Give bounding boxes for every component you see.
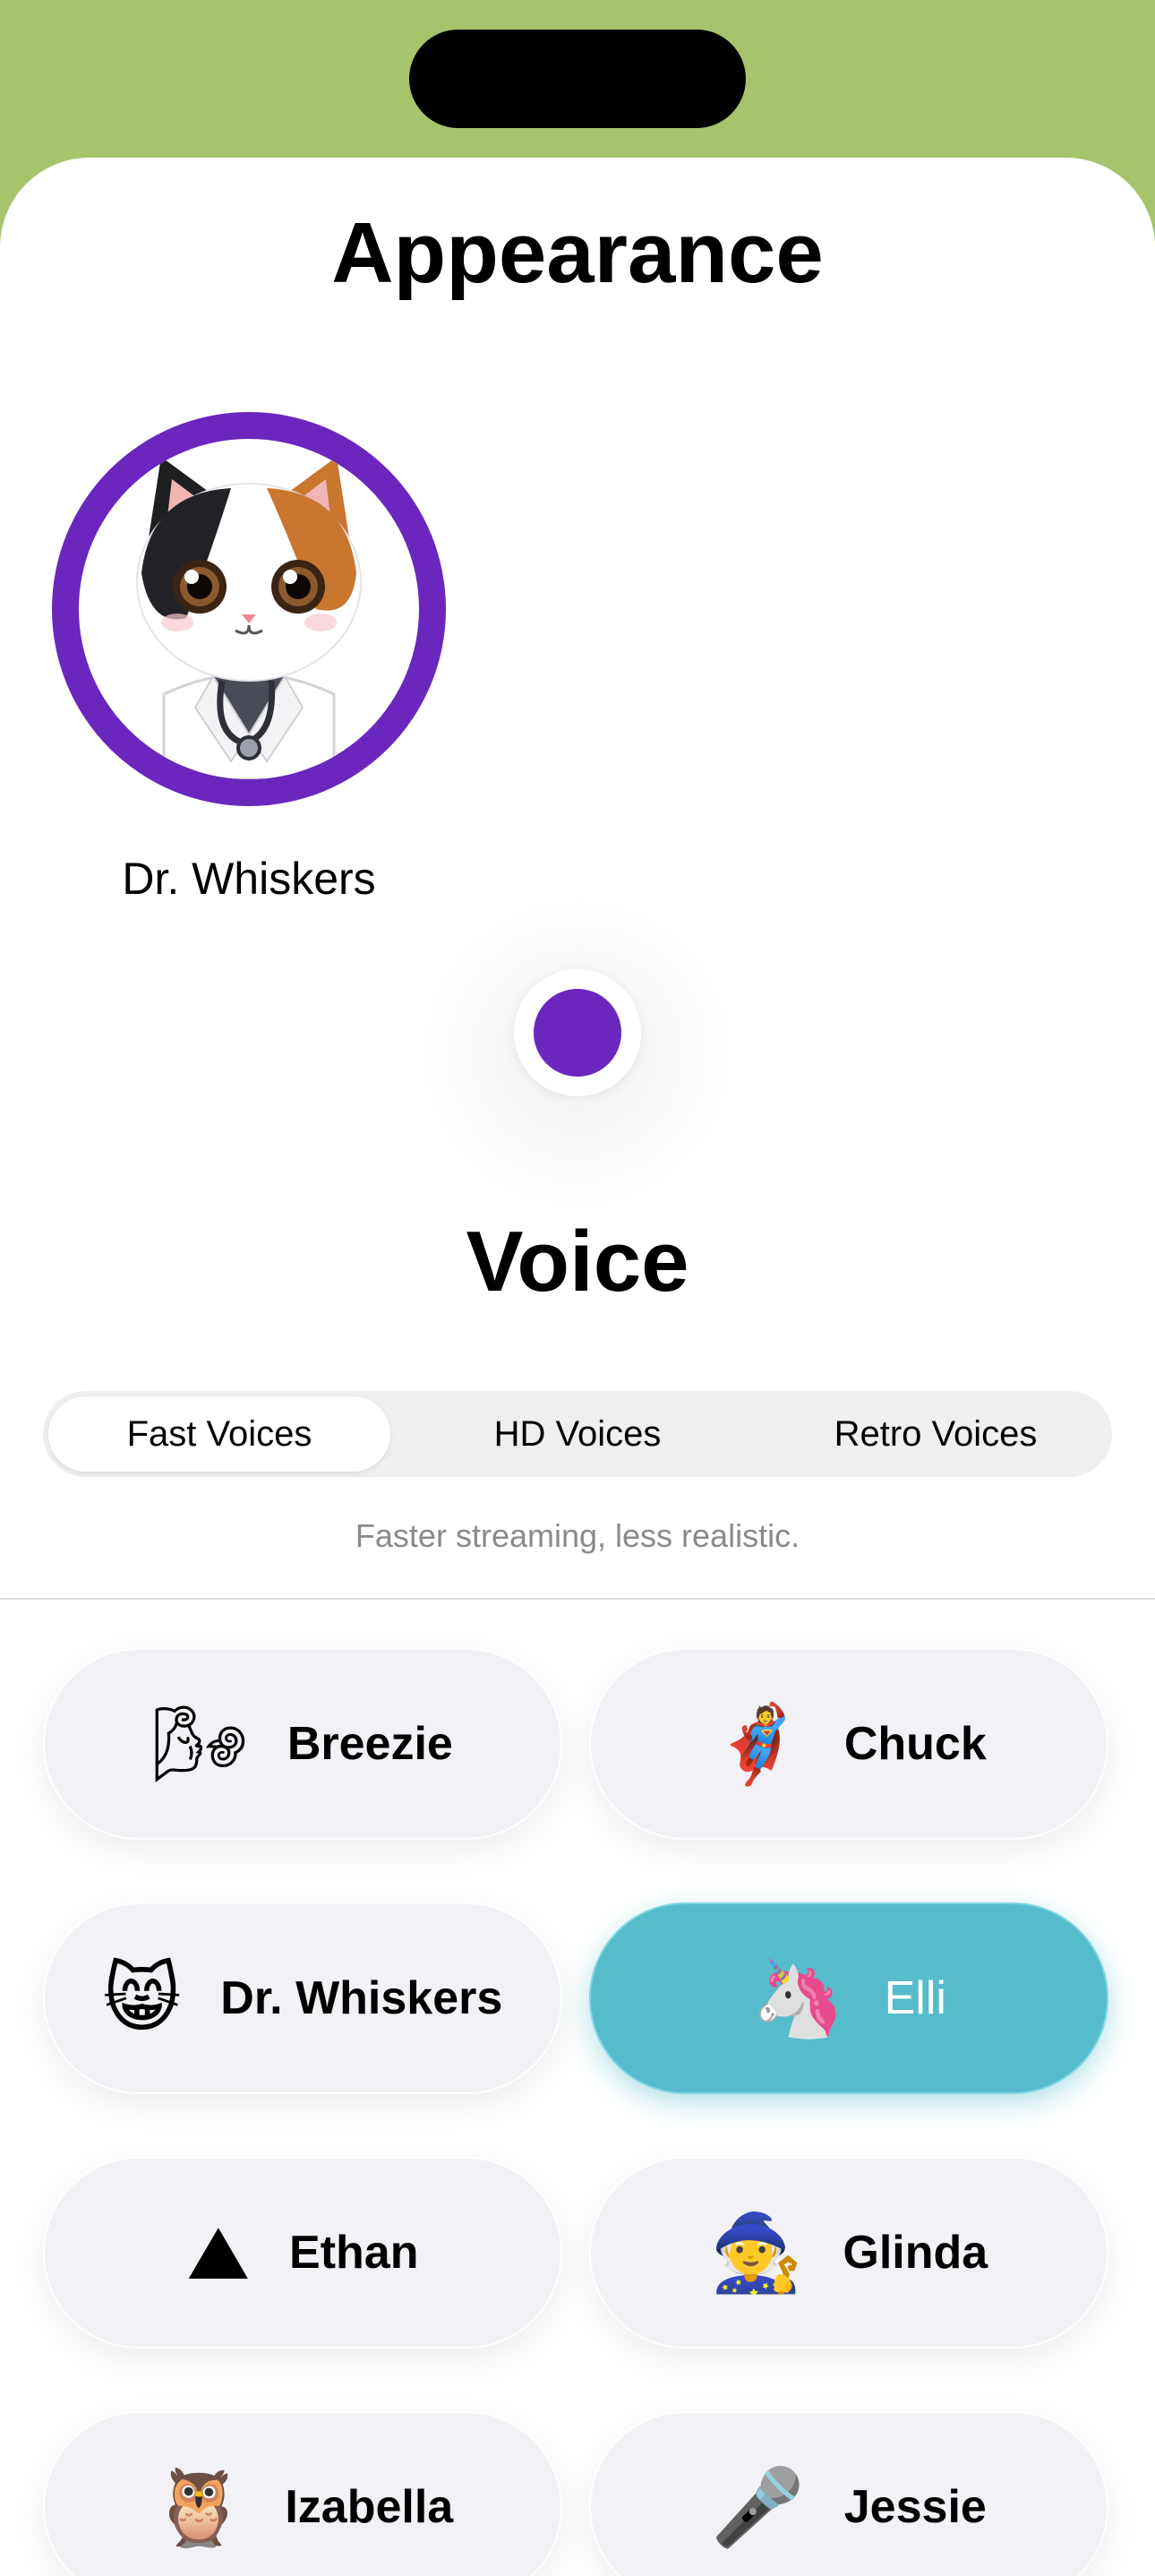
voice-name: Ethan [289,2227,419,2279]
unicorn-icon: 🦄 [751,1954,845,2042]
voice-name: Breezie [287,1718,453,1770]
voice-name: Izabella [285,2481,454,2533]
voice-option-ethan[interactable]: ⛰ Ethan [43,2157,562,2348]
voice-name: Chuck [843,1718,987,1770]
voice-title: Voice [466,1214,689,1309]
appearance-title: Appearance [331,205,824,301]
tab-hd-voices[interactable]: HD Voices [406,1396,749,1472]
divider [0,1598,1155,1600]
tab-fast-voices[interactable]: Fast Voices [48,1396,390,1472]
voice-option-dr-whiskers[interactable]: 😸 Dr. Whiskers [43,1902,562,2094]
voice-option-breezie[interactable]: 🌬 Breezie [43,1648,562,1840]
mage-icon: 🧙 [709,2209,804,2297]
cat-doctor-portrait [79,439,419,779]
owl-icon: 🦉 [151,2463,246,2551]
voice-option-izabella[interactable]: 🦉 Izabella [43,2411,562,2576]
voice-name: Jessie [843,2481,987,2533]
character-name: Dr. Whiskers [122,854,376,904]
settings-sheet: Appearance Dr. Whiskers Voice Fast Voice… [0,158,1155,2576]
voice-name: Elli [884,1972,946,2024]
accent-color-swatch[interactable] [534,989,621,1077]
superhero-icon: 🦸 [711,1700,805,1788]
voice-name: Glinda [843,2227,988,2279]
wind-face-icon: 🌬 [152,1700,248,1788]
voice-option-chuck[interactable]: 🦸 Chuck [589,1648,1108,1840]
voice-type-caption: Faster streaming, less realistic. [355,1517,800,1554]
voice-option-glinda[interactable]: 🧙 Glinda [589,2157,1108,2348]
voice-name: Dr. Whiskers [220,1972,503,2024]
microphone-icon: 🎤 [711,2463,805,2551]
cat-face-icon: 😸 [102,1954,182,2042]
tab-retro-voices[interactable]: Retro Voices [765,1396,1107,1472]
voice-option-jessie[interactable]: 🎤 Jessie [589,2411,1108,2576]
mountain-icon: ⛰ [186,2209,251,2297]
dynamic-island [409,30,746,128]
voice-option-elli[interactable]: 🦄 Elli [589,1902,1108,2094]
voice-type-segmented-control: Fast Voices HD Voices Retro Voices [43,1391,1112,1477]
character-avatar[interactable] [52,412,446,806]
